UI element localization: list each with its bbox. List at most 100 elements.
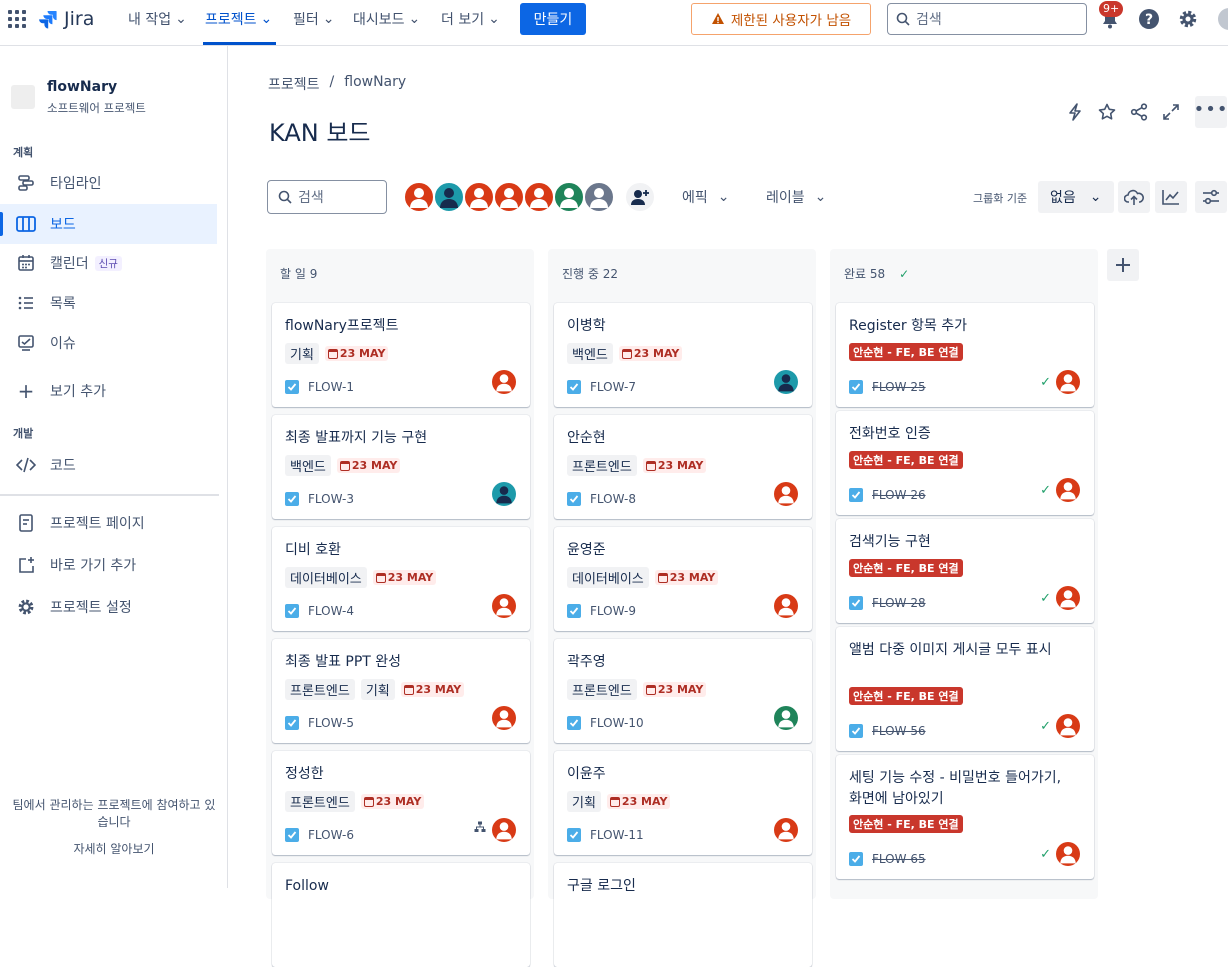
assignee-avatar[interactable] <box>1056 478 1080 502</box>
issue-key[interactable]: FLOW-4 <box>308 604 354 618</box>
issue-card[interactable]: 안순현 프론트엔드 23 MAY FLOW-8 <box>554 415 812 519</box>
assignee-avatar[interactable] <box>774 370 798 394</box>
issue-card[interactable]: 구글 로그인 <box>554 863 812 967</box>
issue-card[interactable]: flowNary프로젝트 기획 23 MAY FLOW-1 <box>272 303 530 407</box>
chevron-down-icon: ⌄ <box>175 11 187 27</box>
sidebar-item-add-shortcut[interactable]: 바로 가기 추가 <box>0 545 217 585</box>
issue-card[interactable]: 윤영준 데이터베이스 23 MAY FLOW-9 <box>554 527 812 631</box>
user-filter-avatar[interactable] <box>463 181 495 213</box>
user-filter-avatar[interactable] <box>403 181 435 213</box>
sidebar-item-board[interactable]: 보드 <box>0 204 217 244</box>
issue-key[interactable]: FLOW-11 <box>590 828 644 842</box>
add-people-button[interactable] <box>624 181 656 213</box>
done-check-icon: ✓ <box>1040 375 1051 390</box>
label-filter-button[interactable]: 레이블 ⌄ <box>766 181 826 213</box>
automation-button[interactable] <box>1064 101 1086 123</box>
issue-key[interactable]: FLOW-1 <box>308 380 354 394</box>
sidebar-item-project-settings[interactable]: 프로젝트 설정 <box>0 587 217 627</box>
fullscreen-button[interactable] <box>1160 101 1182 123</box>
issue-card[interactable]: 이병학 백엔드 23 MAY FLOW-7 <box>554 303 812 407</box>
sidebar-item-timeline[interactable]: 타임라인 <box>0 163 217 203</box>
view-settings-button[interactable] <box>1195 181 1227 213</box>
issue-key[interactable]: FLOW-25 <box>872 380 926 394</box>
assignee-avatar[interactable] <box>1056 714 1080 738</box>
nav-my-work[interactable]: 내 작업 ⌄ <box>128 8 187 30</box>
issue-key[interactable]: FLOW-8 <box>590 492 636 506</box>
nav-dashboards[interactable]: 대시보드 ⌄ <box>353 8 420 30</box>
sidebar-item-calendar[interactable]: 캘린더 신규 <box>0 243 217 283</box>
restricted-users-button[interactable]: 제한된 사용자가 남음 <box>691 3 871 35</box>
sidebar-item-label: 보기 추가 <box>50 384 106 400</box>
issue-key[interactable]: FLOW-65 <box>872 852 926 866</box>
issue-key[interactable]: FLOW-3 <box>308 492 354 506</box>
global-search-input[interactable]: 검색 <box>887 3 1087 35</box>
user-filter-avatar[interactable] <box>523 181 555 213</box>
jira-logo[interactable]: Jira <box>38 7 94 31</box>
star-button[interactable] <box>1096 101 1118 123</box>
assignee-avatar[interactable] <box>492 594 516 618</box>
assignee-avatar[interactable] <box>492 370 516 394</box>
issue-key[interactable]: FLOW-6 <box>308 828 354 842</box>
issue-card[interactable]: 전화번호 인증 안순현 - FE, BE 연결 FLOW-26 ✓ <box>836 411 1094 515</box>
breadcrumb-projects[interactable]: 프로젝트 <box>268 74 320 94</box>
issue-key[interactable]: FLOW-7 <box>590 380 636 394</box>
epic-filter-button[interactable]: 에픽 ⌄ <box>682 181 730 213</box>
insights-button[interactable] <box>1155 181 1187 213</box>
settings-button[interactable] <box>1177 8 1199 30</box>
assignee-avatar[interactable] <box>774 482 798 506</box>
profile-avatar[interactable] <box>1218 8 1228 30</box>
board-search-input[interactable]: 검색 <box>267 180 387 214</box>
issue-card[interactable]: 검색기능 구현 안순현 - FE, BE 연결 FLOW-28 ✓ <box>836 519 1094 623</box>
help-button[interactable]: ? <box>1138 8 1160 30</box>
assignee-avatar[interactable] <box>1056 586 1080 610</box>
issue-key[interactable]: FLOW-9 <box>590 604 636 618</box>
issue-card[interactable]: 최종 발표 PPT 완성 프론트엔드 기획 23 MAY FLOW-5 <box>272 639 530 743</box>
issue-key[interactable]: FLOW-56 <box>872 724 926 738</box>
issue-card[interactable]: 이윤주 기획 23 MAY FLOW-11 <box>554 751 812 855</box>
assignee-avatar[interactable] <box>492 818 516 842</box>
assignee-avatar[interactable] <box>774 818 798 842</box>
app-switcher-icon[interactable] <box>8 10 26 28</box>
more-actions-button[interactable]: ••• <box>1194 96 1227 128</box>
issue-card[interactable]: Register 항목 추가 안순현 - FE, BE 연결 FLOW-25 ✓ <box>836 303 1094 407</box>
assignee-avatar[interactable] <box>492 706 516 730</box>
assignee-avatar[interactable] <box>492 482 516 506</box>
group-by-select[interactable]: 없음 ⌄ <box>1038 181 1114 213</box>
assignee-avatar[interactable] <box>774 594 798 618</box>
nav-projects[interactable]: 프로젝트 ⌄ <box>205 8 272 30</box>
cloud-upload-icon <box>1124 189 1144 205</box>
add-column-button[interactable] <box>1107 249 1139 281</box>
assignee-avatar[interactable] <box>1056 842 1080 866</box>
issue-card[interactable]: 정성한 프론트엔드 23 MAY FLOW-6 <box>272 751 530 855</box>
nav-filters[interactable]: 필터 ⌄ <box>293 8 335 30</box>
sidebar-item-project-pages[interactable]: 프로젝트 페이지 <box>0 503 217 543</box>
issue-card[interactable]: 최종 발표까지 기능 구현 백엔드 23 MAY FLOW-3 <box>272 415 530 519</box>
release-button[interactable] <box>1118 181 1150 213</box>
issue-key[interactable]: FLOW-5 <box>308 716 354 730</box>
breadcrumb-project[interactable]: flowNary <box>344 74 406 94</box>
calendar-icon <box>375 572 386 583</box>
issue-key[interactable]: FLOW-28 <box>872 596 926 610</box>
user-filter-avatar[interactable] <box>553 181 585 213</box>
share-button[interactable] <box>1128 101 1150 123</box>
assignee-avatar[interactable] <box>1056 370 1080 394</box>
issue-card[interactable]: 세팅 기능 수정 - 비밀번호 들어가기, 화면에 남아있기 안순현 - FE, … <box>836 755 1094 879</box>
issue-card[interactable]: Follow <box>272 863 530 967</box>
issue-card[interactable]: 앨범 다중 이미지 게시글 모두 표시 안순현 - FE, BE 연결 FLOW-5… <box>836 627 1094 751</box>
nav-more[interactable]: 더 보기 ⌄ <box>441 8 500 30</box>
user-filter-avatar[interactable] <box>433 181 465 213</box>
issue-card[interactable]: 디비 호환 데이터베이스 23 MAY FLOW-4 <box>272 527 530 631</box>
issue-card[interactable]: 곽주영 프론트엔드 23 MAY FLOW-10 <box>554 639 812 743</box>
create-button[interactable]: 만들기 <box>520 3 586 35</box>
issue-key[interactable]: FLOW-10 <box>590 716 644 730</box>
user-filter-avatar[interactable] <box>493 181 525 213</box>
learn-more-link[interactable]: 자세히 알아보기 <box>0 841 228 858</box>
sidebar-item-issues[interactable]: 이슈 <box>0 323 217 363</box>
sidebar-item-code[interactable]: 코드 <box>0 445 217 485</box>
user-filter-avatar[interactable] <box>583 181 615 213</box>
issue-key[interactable]: FLOW-26 <box>872 488 926 502</box>
sidebar-item-add-view[interactable]: + 보기 추가 <box>0 371 217 411</box>
project-name[interactable]: flowNary <box>47 79 117 95</box>
assignee-avatar[interactable] <box>774 706 798 730</box>
sidebar-item-list[interactable]: 목록 <box>0 283 217 323</box>
